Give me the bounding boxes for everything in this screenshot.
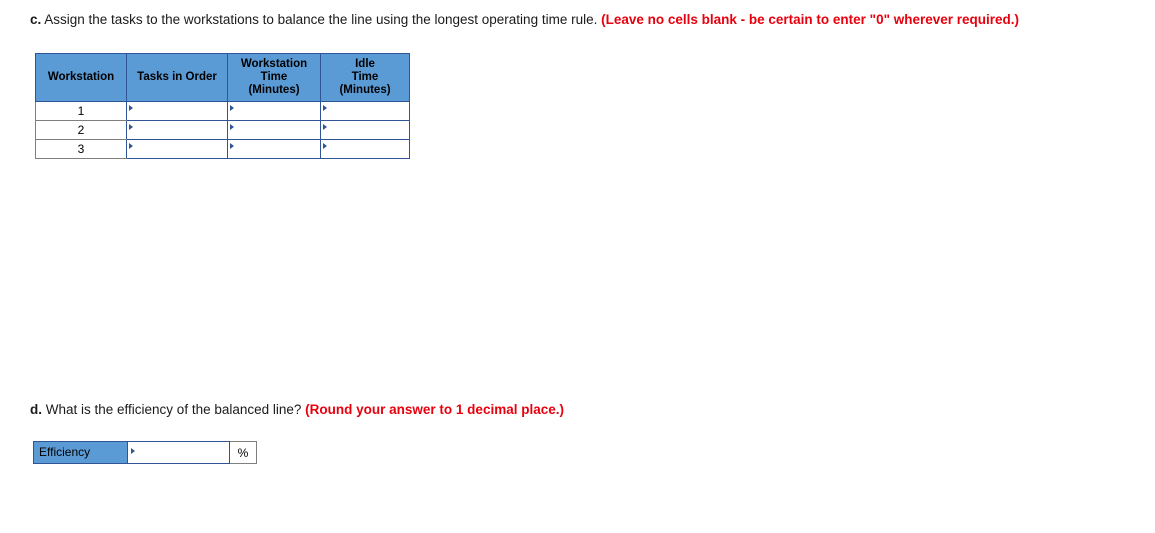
question-c: c. Assign the tasks to the workstations … (30, 12, 1019, 27)
table-header-row: Workstation Tasks in Order Workstation T… (35, 53, 410, 102)
header-workstation-time: Workstation Time (Minutes) (227, 53, 321, 102)
cell-idle-time-2[interactable] (320, 120, 410, 140)
question-d-text: What is the efficiency of the balanced l… (42, 402, 306, 417)
workstation-table: Workstation Tasks in Order Workstation T… (35, 53, 410, 159)
cell-ws-time-1[interactable] (227, 101, 321, 121)
question-d-label: d. (30, 402, 42, 417)
header-idle-time: Idle Time (Minutes) (320, 53, 410, 102)
cell-tasks-2[interactable] (126, 120, 228, 140)
header-line: Workstation (47, 71, 115, 83)
cell-idle-time-1[interactable] (320, 101, 410, 121)
cell-tasks-3[interactable] (126, 139, 228, 159)
question-c-note: (Leave no cells blank - be certain to en… (601, 12, 1020, 27)
input-idle-time-1[interactable] (321, 102, 409, 120)
header-line: Tasks in Order (137, 71, 217, 83)
input-ws-time-2[interactable] (228, 121, 320, 139)
header-tasks-in-order: Tasks in Order (126, 53, 228, 102)
efficiency-percent-unit: % (230, 441, 257, 464)
efficiency-input[interactable] (128, 442, 229, 463)
header-line: Workstation (240, 58, 308, 70)
question-c-label: c. (30, 12, 42, 27)
header-line: (Minutes) (339, 84, 391, 96)
header-line: Time (351, 71, 379, 83)
question-d: d. What is the efficiency of the balance… (30, 402, 564, 417)
efficiency-answer-row: Efficiency % (33, 441, 257, 464)
table-row: 1 (35, 101, 410, 121)
input-ws-time-3[interactable] (228, 140, 320, 158)
question-c-text: Assign the tasks to the workstations to … (41, 12, 602, 27)
header-line: (Minutes) (248, 84, 300, 96)
input-tasks-2[interactable] (127, 121, 227, 139)
cell-ws-time-3[interactable] (227, 139, 321, 159)
input-ws-time-1[interactable] (228, 102, 320, 120)
question-d-note: (Round your answer to 1 decimal place.) (305, 402, 564, 417)
input-idle-time-3[interactable] (321, 140, 409, 158)
cell-ws-time-2[interactable] (227, 120, 321, 140)
input-idle-time-2[interactable] (321, 121, 409, 139)
table-row: 3 (35, 139, 410, 159)
row-label-workstation-1: 1 (35, 101, 127, 121)
cell-tasks-1[interactable] (126, 101, 228, 121)
cell-idle-time-3[interactable] (320, 139, 410, 159)
input-tasks-3[interactable] (127, 140, 227, 158)
row-label-workstation-3: 3 (35, 139, 127, 159)
header-line: Time (260, 71, 288, 83)
row-label-workstation-2: 2 (35, 120, 127, 140)
input-tasks-1[interactable] (127, 102, 227, 120)
header-line: Idle (355, 58, 375, 70)
table-row: 2 (35, 120, 410, 140)
efficiency-label: Efficiency (33, 441, 128, 464)
header-workstation: Workstation (35, 53, 127, 102)
efficiency-input-cell[interactable] (128, 441, 230, 464)
